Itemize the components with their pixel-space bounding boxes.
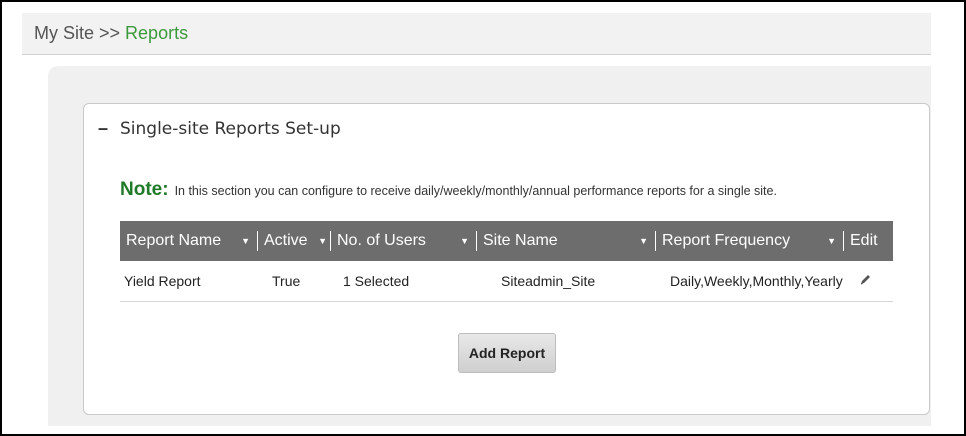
sort-caret-icon[interactable]: ▼ (318, 236, 327, 246)
edit-cell (844, 261, 893, 301)
table-header: Report Name ▼ Active ▼ No. of Users ▼ Si… (120, 221, 893, 261)
column-header-edit: Edit (844, 221, 893, 261)
cell-users: 1 Selected (343, 273, 410, 289)
sort-caret-icon[interactable]: ▼ (827, 236, 836, 246)
panel-header[interactable]: – Single-site Reports Set-up (98, 118, 341, 139)
table-row: Yield Report True 1 Selected Siteadmin_S… (120, 261, 893, 302)
column-header-active[interactable]: Active ▼ (258, 221, 331, 261)
column-label: Edit (850, 232, 878, 249)
breadcrumb-separator: >> (99, 23, 121, 43)
sort-caret-icon[interactable]: ▼ (460, 236, 469, 246)
pencil-icon[interactable] (858, 273, 872, 290)
cell-site-name: Siteadmin_Site (501, 273, 596, 289)
cell-report-name: Yield Report (124, 273, 201, 289)
cell-active: True (272, 273, 301, 289)
column-label: Site Name (483, 232, 558, 249)
collapse-icon[interactable]: – (98, 118, 108, 139)
note: Note: In this section you can configure t… (120, 179, 777, 201)
column-header-site-name[interactable]: Site Name ▼ (477, 221, 656, 261)
breadcrumb-current: Reports (125, 23, 189, 43)
panel-title: Single-site Reports Set-up (120, 118, 341, 139)
sort-caret-icon[interactable]: ▼ (639, 236, 648, 246)
breadcrumb-root-link[interactable]: My Site (34, 23, 94, 44)
column-label: Report Frequency (662, 232, 791, 249)
column-header-report-name[interactable]: Report Name ▼ (120, 221, 258, 261)
column-header-report-frequency[interactable]: Report Frequency ▼ (656, 221, 844, 261)
column-label: No. of Users (337, 232, 426, 249)
cell-frequency: Daily,Weekly,Monthly,Yearly (670, 273, 843, 289)
reports-setup-panel: – Single-site Reports Set-up Note: In thi… (83, 103, 930, 415)
sort-caret-icon[interactable]: ▼ (241, 236, 250, 246)
column-header-users[interactable]: No. of Users ▼ (331, 221, 477, 261)
column-label: Report Name (126, 232, 222, 249)
column-label: Active (264, 232, 308, 249)
add-report-button[interactable]: Add Report (458, 333, 556, 373)
note-label: Note: (120, 179, 169, 200)
note-text: In this section you can configure to rec… (174, 184, 777, 198)
breadcrumb: My Site >> Reports (22, 13, 931, 55)
